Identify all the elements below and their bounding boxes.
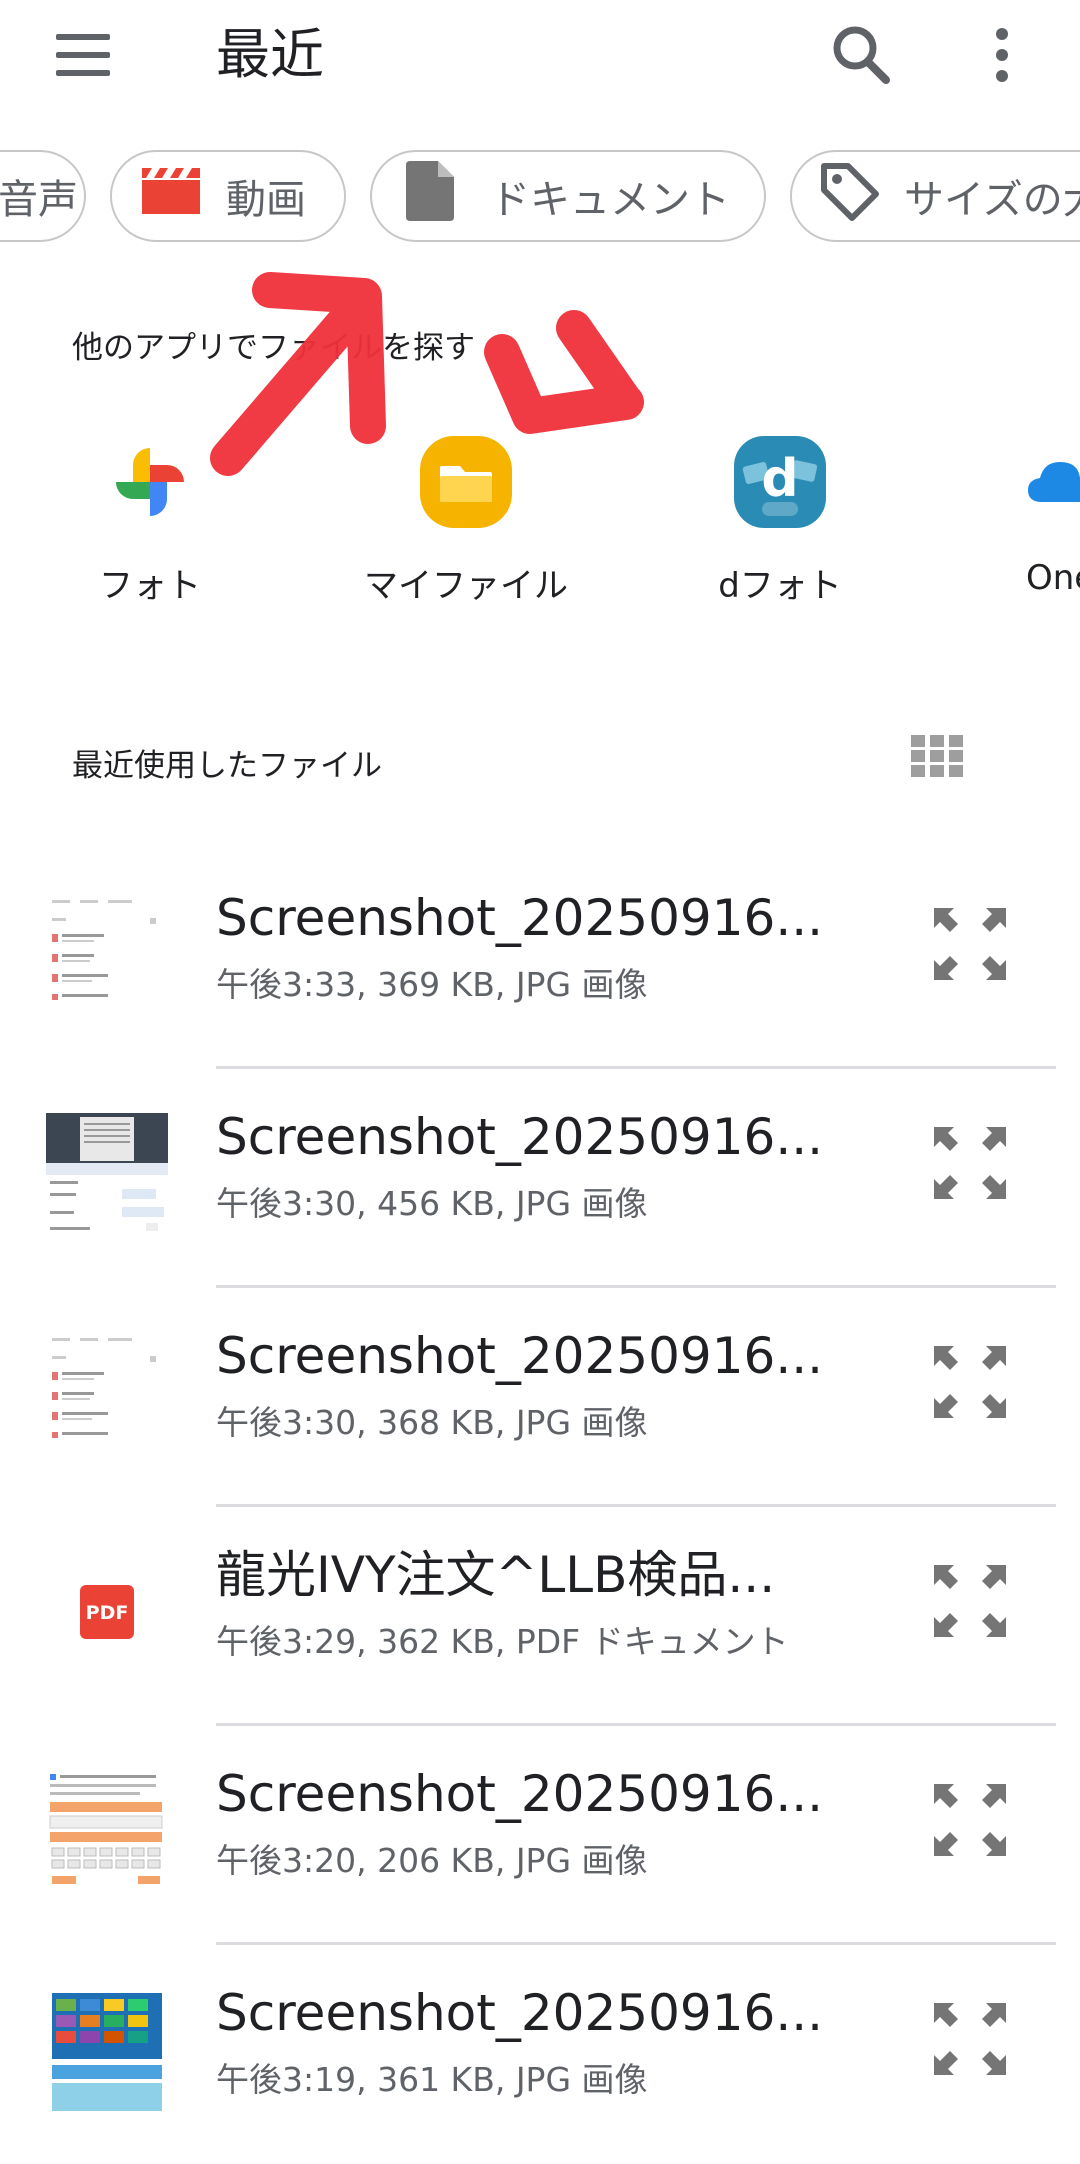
onedrive-icon (1020, 432, 1080, 532)
expand-icon[interactable] (930, 1561, 1010, 1641)
expand-icon[interactable] (930, 1999, 1010, 2079)
svg-text:PDF: PDF (86, 1602, 129, 1624)
app-my-files[interactable]: マイファイル (346, 420, 586, 607)
expand-icon[interactable] (930, 1342, 1010, 1422)
app-label: One (1026, 558, 1080, 598)
grid-view-icon[interactable] (910, 734, 964, 778)
chip-video[interactable]: 動画 (110, 150, 346, 242)
expand-icon[interactable] (930, 1123, 1010, 1203)
app-label: マイファイル (364, 566, 568, 606)
category-chips: 音声 動画 ドキュメント サイズの (0, 148, 1080, 248)
tag-icon (818, 160, 880, 232)
file-row[interactable]: Screenshot_20250916... 午後3:33, 369 KB, J… (0, 850, 1080, 1069)
app-photos[interactable]: フォト (30, 420, 270, 607)
chip-document[interactable]: ドキュメント (370, 150, 766, 242)
app-label: dフォト (718, 566, 842, 606)
annotation-arrow-down (556, 310, 642, 418)
app-bar: 最近 (0, 0, 1080, 120)
screenshot-thumbnail (46, 1770, 168, 1892)
video-icon (140, 166, 202, 226)
annotation-arrow-down-head (484, 334, 644, 434)
file-name: Screenshot_20250916... (216, 1108, 824, 1166)
expand-icon[interactable] (930, 904, 1010, 984)
screenshot-thumbnail (46, 1332, 168, 1454)
file-meta: 午後3:30, 456 KB, JPG 画像 (216, 1184, 648, 1223)
other-apps-row: フォト マイファイル d dフォト On (0, 420, 1080, 620)
screenshot-thumbnail (46, 894, 168, 1016)
file-meta: 午後3:30, 368 KB, JPG 画像 (216, 1403, 648, 1442)
other-apps-heading: 他のアプリでファイルを探す (72, 330, 475, 366)
chip-label: 動画 (226, 177, 306, 223)
page-title: 最近 (216, 23, 324, 86)
svg-text:d: d (761, 449, 798, 509)
file-row[interactable]: Screenshot_20250916... 午後3:19, 361 KB, J… (0, 1945, 1080, 2164)
menu-icon[interactable] (50, 28, 116, 82)
file-meta: 午後3:20, 206 KB, JPG 画像 (216, 1841, 648, 1880)
document-icon (406, 161, 454, 231)
screenshot-thumbnail (46, 1113, 168, 1235)
chip-label: 音声 (0, 177, 78, 223)
file-row[interactable]: PDF 龍光IVY注文^LLB検品... 午後3:29, 362 KB, PDF… (0, 1507, 1080, 1726)
file-name: Screenshot_20250916... (216, 889, 824, 947)
chip-label: ドキュメント (490, 177, 730, 223)
search-icon[interactable] (826, 20, 896, 90)
google-photos-icon (100, 432, 200, 532)
file-meta: 午後3:29, 362 KB, PDF ドキュメント (216, 1622, 789, 1661)
file-name: Screenshot_20250916... (216, 1984, 824, 2042)
file-name: 龍光IVY注文^LLB検品... (216, 1546, 776, 1604)
expand-icon[interactable] (930, 1780, 1010, 1860)
d-photo-icon: d (730, 432, 830, 532)
more-vert-icon[interactable] (974, 20, 1030, 90)
my-files-icon (416, 432, 516, 532)
file-name: Screenshot_20250916... (216, 1327, 824, 1385)
file-row[interactable]: Screenshot_20250916... 午後3:30, 368 KB, J… (0, 1288, 1080, 1507)
chip-label: サイズの大 (904, 177, 1080, 223)
file-row[interactable]: Screenshot_20250916... 午後3:30, 456 KB, J… (0, 1069, 1080, 1288)
app-label: フォト (99, 566, 201, 606)
app-d-photo[interactable]: d dフォト (660, 420, 900, 607)
file-meta: 午後3:33, 369 KB, JPG 画像 (216, 965, 648, 1004)
file-meta: 午後3:19, 361 KB, JPG 画像 (216, 2060, 648, 2099)
file-row[interactable]: Screenshot_20250916... 午後3:20, 206 KB, J… (0, 1726, 1080, 1945)
file-name: Screenshot_20250916... (216, 1765, 824, 1823)
app-onedrive[interactable]: One (976, 420, 1080, 598)
recent-files-heading: 最近使用したファイル (72, 748, 382, 784)
chip-audio[interactable]: 音声 (0, 150, 86, 242)
chip-size[interactable]: サイズの大 (790, 150, 1080, 242)
pdf-icon: PDF (46, 1551, 168, 1673)
